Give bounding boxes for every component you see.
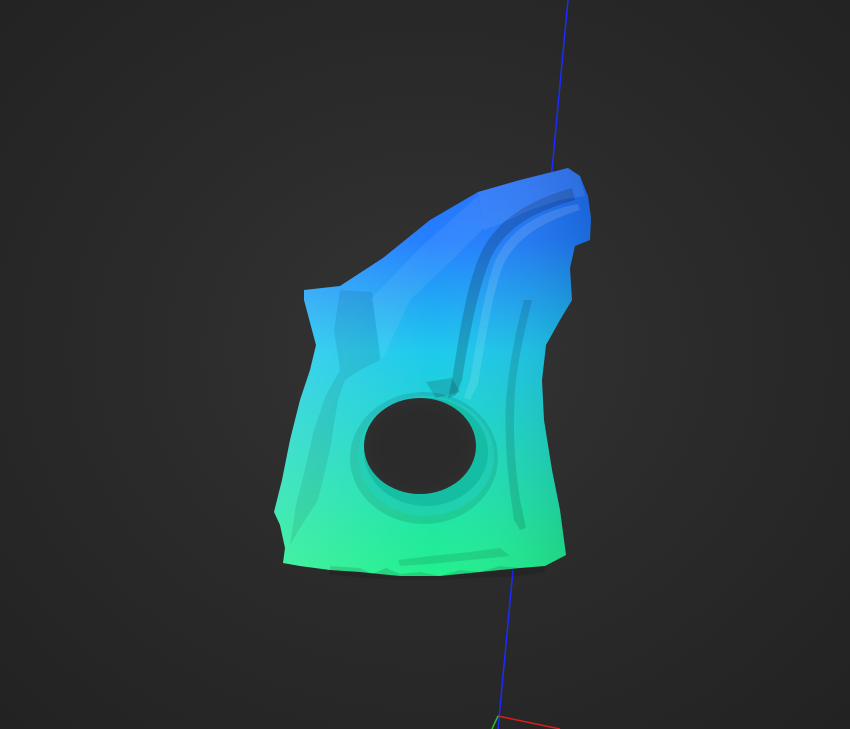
y-axis bbox=[491, 715, 499, 729]
scene-canvas[interactable] bbox=[0, 0, 850, 729]
3d-viewport[interactable] bbox=[0, 0, 850, 729]
hole bbox=[364, 398, 476, 494]
3d-model[interactable] bbox=[274, 168, 591, 580]
z-axis-upper bbox=[550, 0, 569, 181]
x-axis bbox=[497, 715, 561, 729]
z-axis-lower bbox=[497, 569, 514, 729]
